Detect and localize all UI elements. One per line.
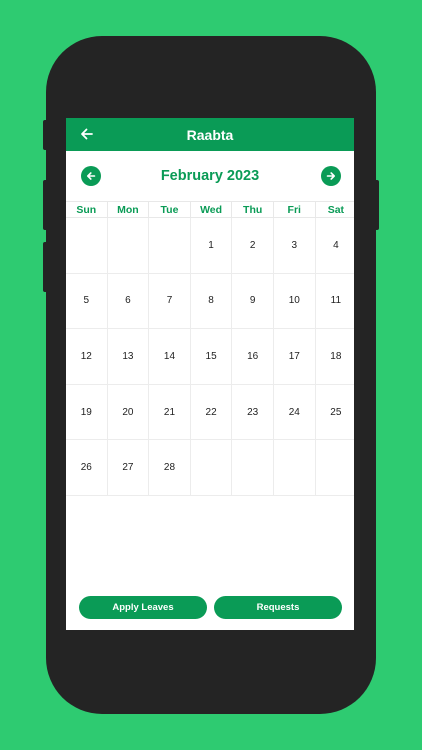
calendar-day[interactable]: 7: [149, 273, 191, 330]
calendar-day[interactable]: 14: [149, 329, 191, 385]
calendar-day[interactable]: 17: [273, 329, 316, 385]
calendar-empty-cell: [315, 440, 354, 496]
calendar-grid: 1 2 3 4 5 6 7 8 9 10 11 12 13 14 15 16 17 18 19 20 21 22 23 24 2…: [66, 218, 354, 496]
calendar-empty-cell: [232, 440, 274, 496]
weekday-label: Mon: [108, 202, 150, 217]
calendar-day[interactable]: 5: [66, 273, 108, 330]
calendar-day[interactable]: 23: [232, 384, 274, 441]
calendar-day[interactable]: 6: [107, 273, 150, 330]
calendar-day[interactable]: 16: [232, 329, 274, 385]
action-bar: Apply Leaves Requests: [79, 596, 342, 619]
weekday-label: Thu: [232, 202, 274, 217]
month-label: February 2023: [160, 168, 260, 184]
month-header: February 2023: [66, 151, 354, 201]
app-screen: Raabta February 2023 Sun Mon Tue Wed Thu Fri S…: [66, 118, 354, 630]
next-month-button[interactable]: [321, 166, 341, 186]
app-title: Raabta: [186, 126, 234, 143]
calendar-day[interactable]: 9: [232, 273, 274, 330]
weekday-label: Sun: [66, 202, 108, 217]
calendar-empty-cell: [66, 218, 108, 274]
weekday-label: Sat: [316, 202, 354, 217]
calendar-empty-cell: [273, 440, 316, 496]
weekday-label: Fri: [274, 202, 316, 217]
apply-leaves-button[interactable]: Apply Leaves: [79, 596, 207, 619]
calendar-day[interactable]: 4: [315, 218, 354, 274]
calendar-day[interactable]: 20: [107, 384, 150, 441]
calendar-day[interactable]: 15: [190, 329, 233, 385]
calendar-day[interactable]: 25: [315, 385, 354, 441]
calendar-day[interactable]: 3: [273, 218, 316, 274]
calendar-empty-cell: [149, 218, 191, 274]
calendar-day[interactable]: 12: [66, 329, 108, 385]
calendar-day[interactable]: 18: [315, 329, 354, 385]
calendar-day[interactable]: 11: [315, 274, 354, 330]
calendar-day[interactable]: 27: [107, 440, 150, 496]
weekday-header: Sun Mon Tue Wed Thu Fri Sat: [66, 201, 354, 218]
arrow-right-circle-icon: [326, 172, 335, 180]
calendar-day[interactable]: 10: [273, 273, 316, 330]
weekday-label: Tue: [149, 202, 191, 217]
calendar-day[interactable]: 24: [273, 384, 316, 441]
calendar-day[interactable]: 13: [107, 329, 150, 385]
calendar-empty-cell: [190, 440, 233, 496]
calendar-day[interactable]: 26: [66, 440, 108, 496]
previous-month-button[interactable]: [81, 166, 101, 186]
weekday-label: Wed: [191, 202, 233, 217]
app-bar: Raabta: [66, 118, 354, 151]
calendar-day[interactable]: 19: [66, 384, 108, 441]
calendar-day[interactable]: 1: [190, 218, 233, 274]
requests-button[interactable]: Requests: [214, 596, 342, 619]
arrow-left-circle-icon: [87, 172, 96, 180]
calendar-empty-cell: [107, 218, 150, 274]
calendar-day[interactable]: 28: [149, 440, 191, 496]
calendar-day[interactable]: 8: [190, 273, 233, 330]
arrow-left-icon: [81, 128, 93, 140]
calendar-day[interactable]: 22: [190, 384, 233, 441]
calendar-day[interactable]: 2: [232, 218, 274, 274]
back-button[interactable]: [78, 125, 96, 143]
calendar-day[interactable]: 21: [149, 384, 191, 441]
